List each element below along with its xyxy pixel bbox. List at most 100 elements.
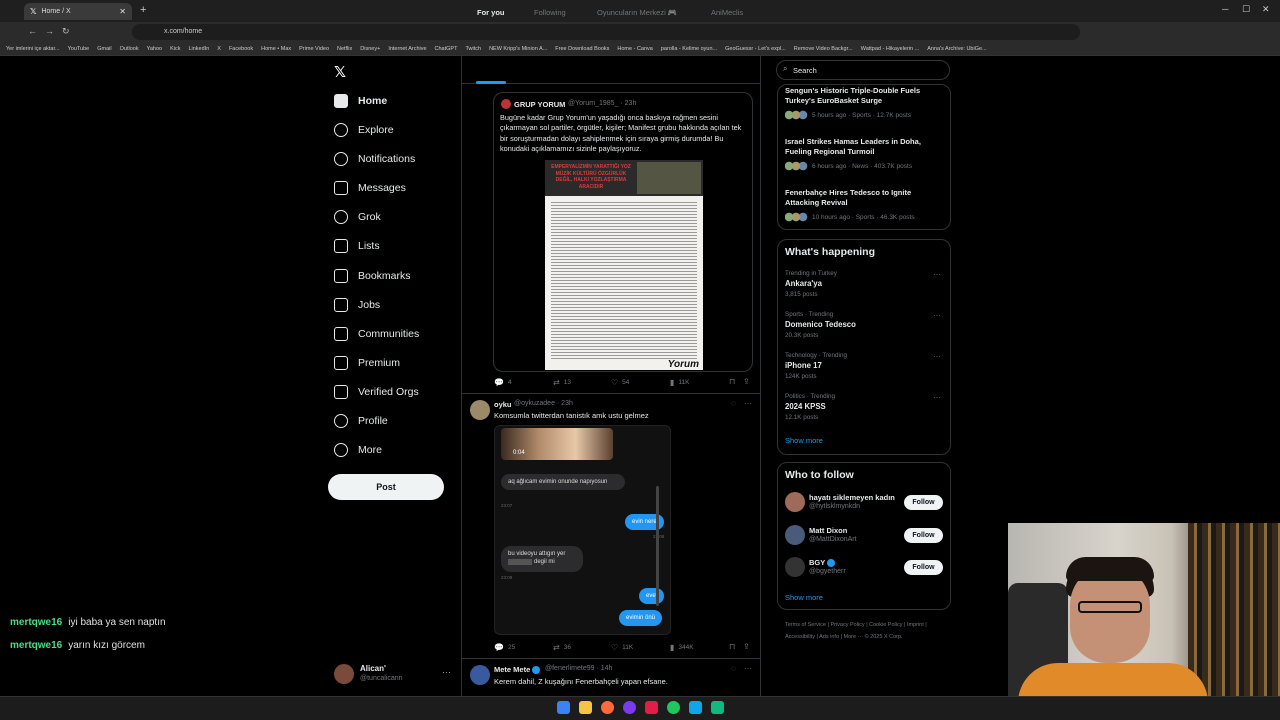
avatar[interactable] <box>785 557 805 577</box>
views-button[interactable]: ▮ 344K <box>670 643 694 652</box>
post-image[interactable]: EMPERYALİZMİN YARATTIĞI YOZ MÜZİK KÜLTÜR… <box>545 160 703 370</box>
post-image-chat-screenshot[interactable]: 0:04 aq ağlıcam evimin onunde napıyosun … <box>494 425 671 635</box>
forward-icon[interactable]: → <box>45 26 54 36</box>
firefox-icon[interactable] <box>601 701 614 714</box>
app-icon[interactable] <box>711 701 724 714</box>
sidebar-item-messages[interactable]: Messages <box>334 180 406 196</box>
sidebar-item-more[interactable]: More <box>334 442 382 458</box>
url-bar[interactable]: x.com/home <box>132 24 1080 40</box>
sidebar-item-profile[interactable]: Profile <box>334 413 388 429</box>
tab-animeclis[interactable]: AniMeclis <box>711 8 743 17</box>
trend-name[interactable]: Ankara'ya <box>785 279 822 288</box>
bookmark-item[interactable]: Twitch <box>465 46 481 52</box>
suggested-user-name[interactable]: Matt Dixon <box>809 526 847 535</box>
close-tab-icon[interactable]: ✕ <box>119 7 126 16</box>
avatar[interactable] <box>785 492 805 512</box>
bookmark-item[interactable]: NEW Kripp's Minion A... <box>489 46 547 52</box>
post-button[interactable]: Post <box>328 474 444 500</box>
bookmark-item[interactable]: Prime Video <box>299 46 329 52</box>
sidebar-item-premium[interactable]: Premium <box>334 355 400 371</box>
suggested-user-name[interactable]: BGY <box>809 558 836 568</box>
more-options-icon[interactable]: ··· <box>744 399 752 408</box>
app-icon[interactable] <box>645 701 658 714</box>
tab-for-you[interactable]: For you <box>477 8 505 17</box>
browser-tab[interactable]: 𝕏 Home / X ✕ <box>24 3 132 20</box>
reply-button[interactable]: 💬 25 <box>494 643 515 652</box>
close-window-button[interactable]: ✕ <box>1262 4 1270 15</box>
bookmark-item[interactable]: Yahoo <box>147 46 163 52</box>
new-tab-button[interactable]: + <box>140 4 146 16</box>
bookmark-item[interactable]: Yer imlerini içe aktar... <box>6 46 60 52</box>
bookmark-item[interactable]: X <box>217 46 221 52</box>
back-icon[interactable]: ← <box>28 26 37 36</box>
sidebar-item-jobs[interactable]: Jobs <box>334 297 380 313</box>
views-button[interactable]: ▮ 11K <box>670 378 690 387</box>
trend-name[interactable]: iPhone 17 <box>785 361 822 370</box>
search-input[interactable]: ⌕ Search <box>776 60 950 80</box>
reload-icon[interactable]: ↻ <box>62 26 70 37</box>
bookmark-item[interactable]: YouTube <box>68 46 90 52</box>
follow-button[interactable]: Follow <box>904 495 943 510</box>
avatar[interactable] <box>470 400 490 420</box>
more-options-icon[interactable]: ··· <box>933 352 941 361</box>
suggested-user-name[interactable]: hayatı siklemeyen kadın <box>809 493 895 502</box>
news-headline[interactable]: Sengun's Historic Triple-Double Fuels Tu… <box>785 86 945 106</box>
sidebar-item-explore[interactable]: Explore <box>334 122 394 138</box>
maximize-button[interactable]: ☐ <box>1242 4 1250 15</box>
trend-name[interactable]: Domenico Tedesco <box>785 320 856 329</box>
more-options-icon[interactable]: ··· <box>933 311 941 320</box>
sidebar-item-notifications[interactable]: Notifications <box>334 151 415 167</box>
reply-button[interactable]: 💬 4 <box>494 378 512 387</box>
footer-links[interactable]: Terms of Service | Privacy Policy | Cook… <box>785 619 945 643</box>
bookmark-icon[interactable]: ⊓ <box>729 642 739 651</box>
more-options-icon[interactable]: ··· <box>933 270 941 279</box>
tab-following[interactable]: Following <box>534 8 566 17</box>
bookmark-item[interactable]: parolla - Kelime oyun... <box>661 46 717 52</box>
post-author-name[interactable]: GRUP YORUM <box>514 100 565 109</box>
bookmark-item[interactable]: Remove Video Backgr... <box>794 46 853 52</box>
spotify-icon[interactable] <box>667 701 680 714</box>
bookmark-icon[interactable]: ⊓ <box>729 377 739 386</box>
like-button[interactable]: ♡ 11K <box>611 643 633 652</box>
bookmark-item[interactable]: Internet Archive <box>388 46 426 52</box>
bookmark-item[interactable]: Gmail <box>97 46 111 52</box>
trend-name[interactable]: 2024 KPSS <box>785 402 826 411</box>
avatar[interactable] <box>470 665 490 685</box>
news-headline[interactable]: Fenerbahçe Hires Tedesco to Ignite Attac… <box>785 188 945 208</box>
file-explorer-icon[interactable] <box>579 701 592 714</box>
minimize-button[interactable]: ─ <box>1222 4 1228 14</box>
bookmark-item[interactable]: Home • Max <box>261 46 291 52</box>
share-icon[interactable]: ⇪ <box>743 642 754 651</box>
show-more-link[interactable]: Show more <box>785 436 823 445</box>
repost-button[interactable]: ⇄ 13 <box>553 378 571 387</box>
bookmark-item[interactable]: Home - Canva <box>617 46 652 52</box>
x-home-logo-icon[interactable]: 𝕏 <box>334 63 346 81</box>
bookmark-item[interactable]: Anna's Archive: UbiGe... <box>927 46 986 52</box>
bookmark-item[interactable]: Kick <box>170 46 180 52</box>
news-headline[interactable]: Israel Strikes Hamas Leaders in Doha, Fu… <box>785 137 945 157</box>
bookmark-item[interactable]: LinkedIn <box>188 46 209 52</box>
follow-button[interactable]: Follow <box>904 560 943 575</box>
avatar[interactable] <box>785 525 805 545</box>
sidebar-item-grok[interactable]: Grok <box>334 209 381 225</box>
sidebar-item-lists[interactable]: Lists <box>334 238 380 254</box>
grok-icon[interactable]: ◌ <box>731 399 736 408</box>
post-author-name[interactable]: Mete Mete <box>494 665 541 675</box>
bookmark-item[interactable]: ChatGPT <box>435 46 458 52</box>
bookmark-item[interactable]: Outlook <box>120 46 139 52</box>
discord-icon[interactable] <box>623 701 636 714</box>
sidebar-item-bookmarks[interactable]: Bookmarks <box>334 268 411 284</box>
show-more-link[interactable]: Show more <box>785 593 823 602</box>
start-icon[interactable] <box>557 701 570 714</box>
bookmark-item[interactable]: GeoGuessr - Let's expl... <box>725 46 786 52</box>
grok-icon[interactable]: ◌ <box>731 664 736 673</box>
share-icon[interactable]: ⇪ <box>743 377 754 386</box>
repost-button[interactable]: ⇄ 36 <box>553 643 571 652</box>
more-options-icon[interactable]: ··· <box>933 393 941 402</box>
telegram-icon[interactable] <box>689 701 702 714</box>
more-options-icon[interactable]: ··· <box>744 664 752 673</box>
bookmark-item[interactable]: Disney+ <box>360 46 380 52</box>
bookmark-item[interactable]: Wattpad - Hikayelerin ... <box>861 46 919 52</box>
bookmark-item[interactable]: Netflix <box>337 46 352 52</box>
bookmark-item[interactable]: Free Download Books <box>555 46 609 52</box>
